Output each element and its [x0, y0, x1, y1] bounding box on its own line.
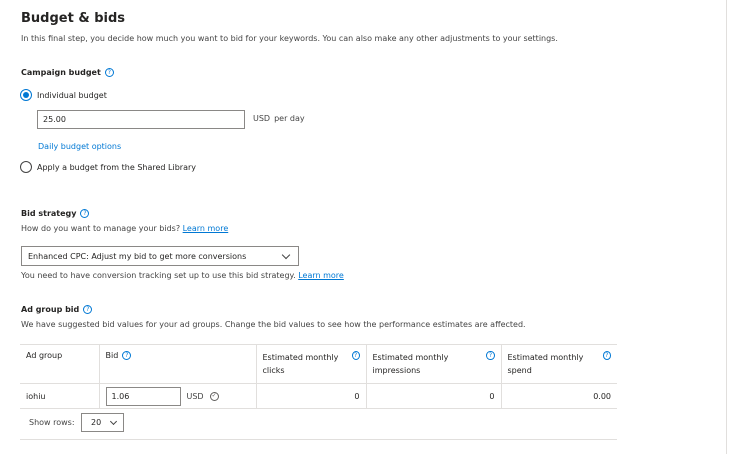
question-circle-icon[interactable]: ? — [122, 351, 132, 360]
cell-bid: USD ✓ — [98, 383, 256, 409]
individual-budget-label: Individual budget — [37, 90, 107, 100]
cell-spend: 0.00 — [500, 383, 617, 409]
question-circle-icon[interactable]: ? — [83, 305, 93, 314]
individual-budget-option[interactable]: Individual budget — [20, 89, 107, 101]
bid-strategy-learn-more-link[interactable]: Learn more — [183, 224, 229, 233]
bid-strategy-question: How do you want to manage your bids? Lea… — [21, 224, 228, 233]
budget-unit: USD per day — [253, 114, 305, 123]
bid-input[interactable] — [105, 386, 181, 406]
budget-amount-input[interactable] — [37, 110, 245, 129]
shared-library-budget-label: Apply a budget from the Shared Library — [37, 162, 196, 172]
table-header-row: Ad group Bid ? Estimated monthly clicks … — [20, 344, 617, 384]
radio-unselected-icon[interactable] — [20, 161, 32, 173]
page-right-border — [726, 0, 727, 454]
daily-budget-options-link[interactable]: Daily budget options — [38, 142, 121, 151]
question-circle-icon[interactable]: ? — [486, 351, 495, 360]
show-rows-select[interactable]: 20 — [81, 413, 124, 432]
show-rows-label: Show rows: — [29, 418, 75, 427]
page-title: Budget & bids — [21, 11, 125, 26]
column-header-clicks[interactable]: Estimated monthly clicks ? — [255, 344, 366, 384]
cell-clicks: 0 — [255, 383, 366, 409]
bid-currency: USD — [186, 391, 204, 401]
budget-period: per day — [274, 114, 305, 123]
ad-group-bid-description: We have suggested bid values for your ad… — [21, 320, 526, 329]
question-circle-icon[interactable]: ? — [351, 351, 360, 360]
column-header-ad-group[interactable]: Ad group — [20, 344, 99, 384]
budget-currency: USD — [253, 114, 271, 123]
campaign-budget-label: Campaign budget — [21, 68, 101, 77]
bid-strategy-selected: Enhanced CPC: Adjust my bid to get more … — [28, 251, 247, 261]
bid-strategy-heading: Bid strategy ? — [21, 209, 90, 218]
chevron-down-icon — [109, 417, 118, 425]
column-header-impressions[interactable]: Estimated monthly impressions ? — [365, 344, 501, 384]
ad-group-bid-heading: Ad group bid ? — [21, 305, 93, 314]
conversion-tracking-note: You need to have conversion tracking set… — [21, 271, 344, 280]
cell-impressions: 0 — [365, 383, 501, 409]
ad-group-bid-label: Ad group bid — [21, 305, 80, 314]
page-subtitle: In this final step, you decide how much … — [21, 34, 558, 43]
question-circle-icon[interactable]: ? — [80, 209, 90, 218]
bid-strategy-label: Bid strategy — [21, 209, 77, 218]
cell-ad-group: iohiu — [20, 383, 99, 409]
radio-selected-icon[interactable] — [20, 89, 32, 101]
show-rows-value: 20 — [91, 418, 102, 427]
column-header-bid[interactable]: Bid ? — [98, 344, 256, 384]
ad-group-bid-table: Ad group Bid ? Estimated monthly clicks … — [20, 344, 617, 409]
conversion-tracking-note-text: You need to have conversion tracking set… — [21, 271, 296, 280]
bid-strategy-question-text: How do you want to manage your bids? — [21, 224, 181, 233]
shared-library-budget-option[interactable]: Apply a budget from the Shared Library — [20, 161, 196, 173]
conversion-tracking-learn-more-link[interactable]: Learn more — [298, 271, 344, 280]
check-circle-icon: ✓ — [209, 391, 219, 401]
campaign-budget-heading: Campaign budget ? — [21, 68, 114, 77]
question-circle-icon[interactable]: ? — [104, 68, 114, 77]
bid-strategy-dropdown[interactable]: Enhanced CPC: Adjust my bid to get more … — [21, 246, 299, 266]
question-circle-icon[interactable]: ? — [602, 351, 611, 360]
chevron-down-icon — [281, 250, 291, 259]
table-row: iohiu USD ✓ 0 0 0.00 — [20, 383, 617, 409]
column-header-spend[interactable]: Estimated monthly spend ? — [500, 344, 617, 384]
